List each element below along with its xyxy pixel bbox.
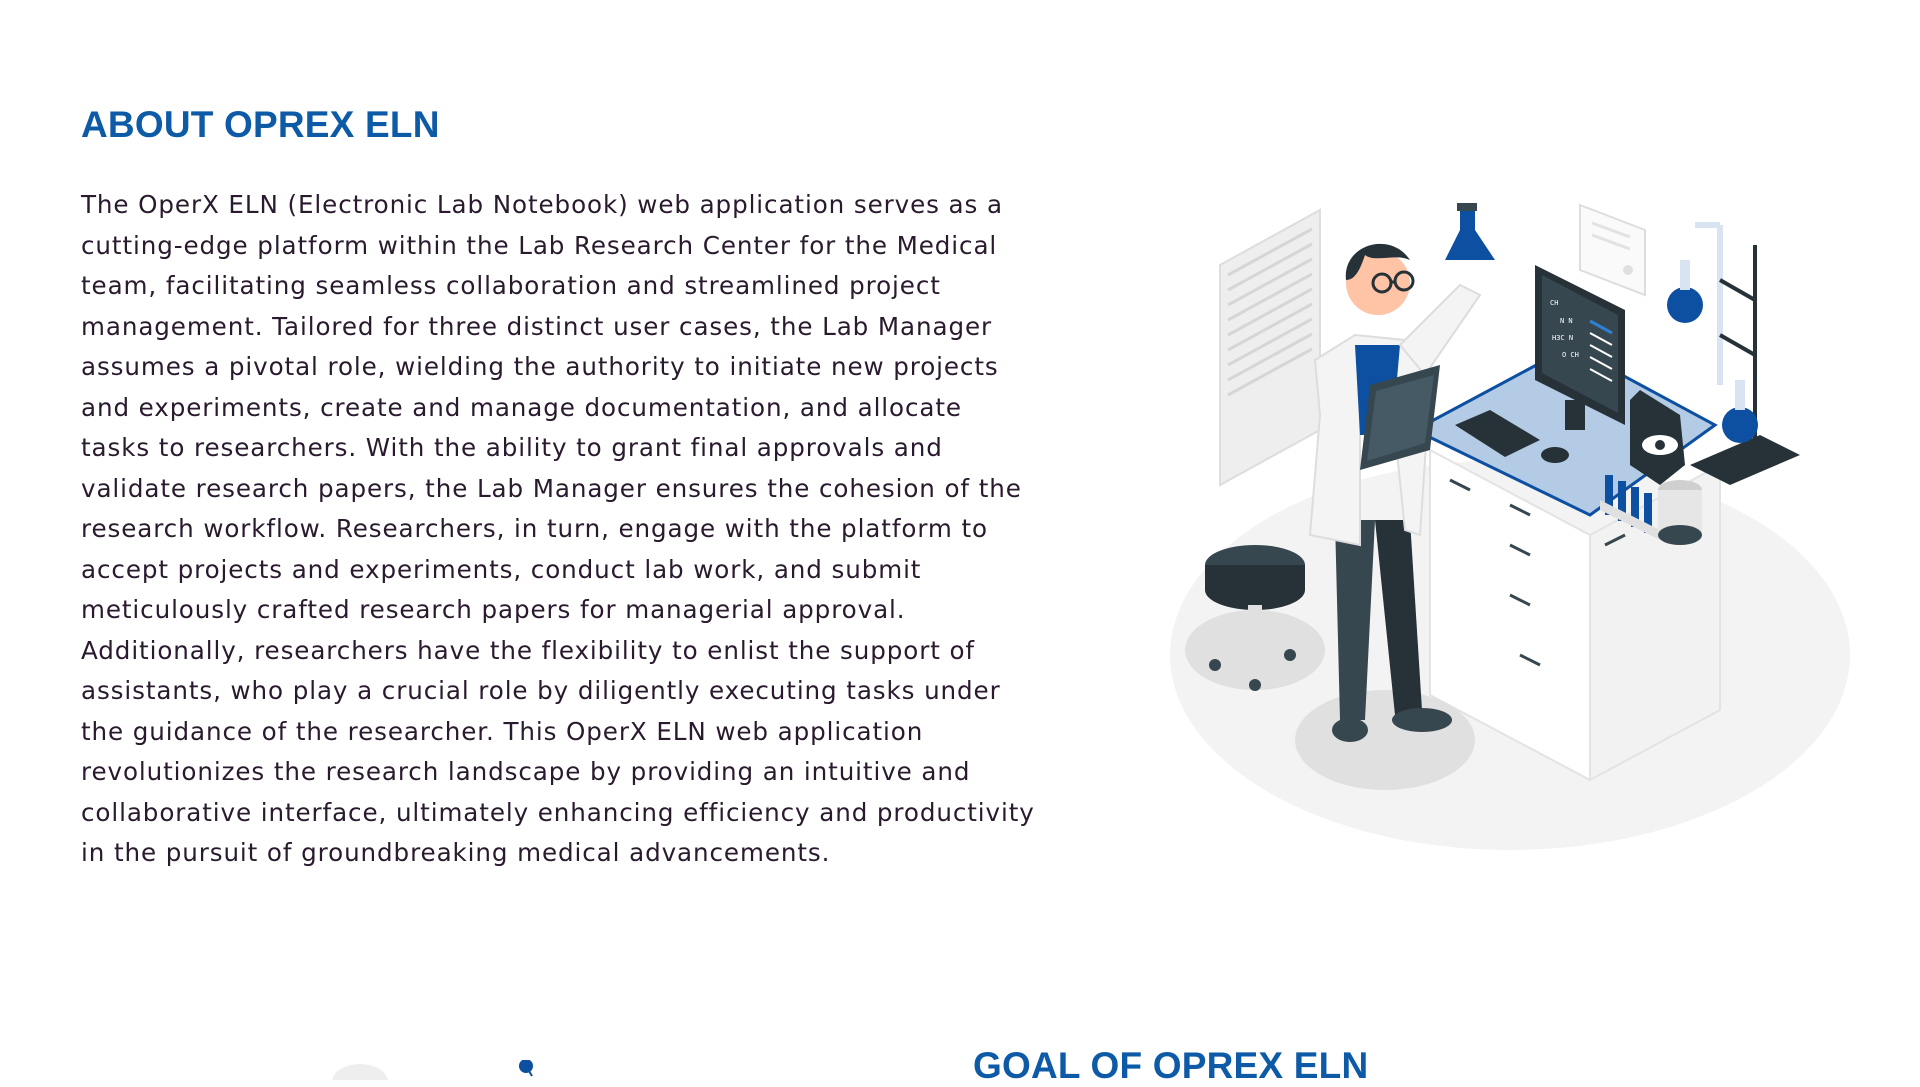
about-line: assumes a pivotal role, wielding the aut…: [81, 352, 999, 381]
about-line: revolutionizes the research landscape by…: [81, 757, 971, 786]
goal-section-title: GOAL OF OPREX ELN: [973, 1045, 1369, 1086]
about-line: in the pursuit of groundbreaking medical…: [81, 838, 831, 867]
about-line: the guidance of the researcher. This Ope…: [81, 716, 924, 746]
lab-researcher-illustration: CH N N H3C N O CH: [1160, 185, 1860, 865]
about-line: assistants, who play a crucial role by d…: [81, 676, 1001, 705]
about-line: research workflow. Researchers, in turn,…: [81, 514, 988, 543]
about-line: management. Tailored for three distinct …: [81, 311, 992, 341]
about-line: meticulously crafted research papers for…: [81, 595, 906, 624]
about-line: accept projects and experiments, conduct…: [81, 554, 922, 584]
svg-text:O CH: O CH: [1562, 351, 1579, 359]
about-line: The OperX ELN (Electronic Lab Notebook) …: [81, 190, 1003, 219]
about-section-title: ABOUT OPREX ELN: [81, 104, 440, 145]
goal-illustration: [320, 1060, 560, 1080]
about-line: Additionally, researchers have the flexi…: [81, 635, 975, 665]
about-line: validate research papers, the Lab Manage…: [81, 473, 1022, 503]
svg-text:CH: CH: [1550, 299, 1558, 307]
svg-text:H3C N: H3C N: [1552, 334, 1573, 342]
about-line: collaborative interface, ultimately enha…: [81, 797, 1035, 827]
about-line: team, facilitating seamless collaboratio…: [81, 271, 941, 300]
svg-text:N N: N N: [1560, 317, 1573, 325]
about-line: and experiments, create and manage docum…: [81, 392, 962, 422]
about-description: The OperX ELN (Electronic Lab Notebook) …: [81, 185, 1035, 874]
about-line: cutting-edge platform within the Lab Res…: [81, 230, 998, 260]
about-line: tasks to researchers. With the ability t…: [81, 433, 943, 462]
